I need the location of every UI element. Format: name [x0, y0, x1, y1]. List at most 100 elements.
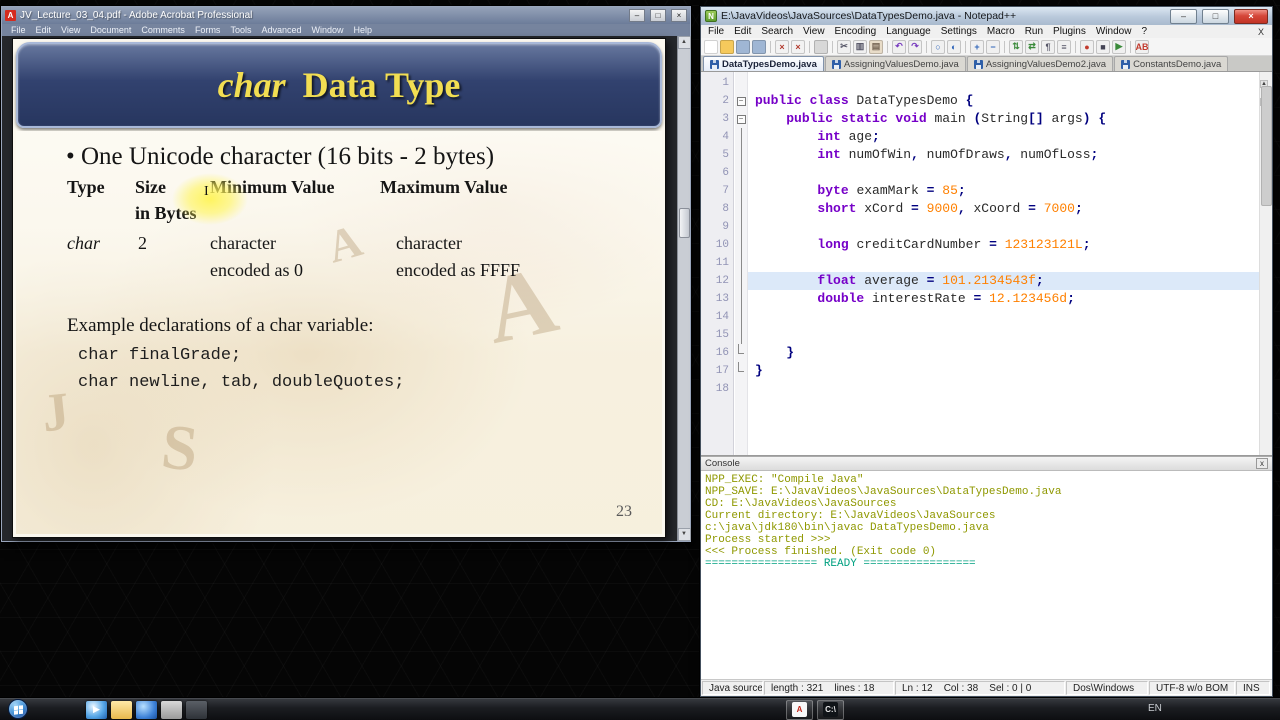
show-symbols-icon[interactable]: ≡ [1057, 39, 1071, 54]
acrobat-menu-advanced[interactable]: Advanced [256, 24, 306, 36]
code-line-4[interactable]: 4 int age; [701, 128, 1259, 146]
paste-icon[interactable]: ▤ [869, 39, 883, 54]
browser-icon[interactable] [136, 700, 157, 719]
tab-AssigningValuesDemo.java[interactable]: AssigningValuesDemo.java [824, 56, 966, 71]
npp-menu-macro[interactable]: Macro [982, 25, 1020, 38]
acrobat-scroll-thumb[interactable] [679, 208, 690, 238]
scroll-down-icon[interactable]: ▼ [677, 528, 691, 541]
code-line-12[interactable]: 12 float average = 101.2134543f; [701, 272, 1259, 290]
code-line-8[interactable]: 8 short xCord = 9000, xCoord = 7000; [701, 200, 1259, 218]
npp-menu-settings[interactable]: Settings [936, 25, 982, 38]
fold-collapse-icon[interactable]: − [736, 114, 746, 124]
replace-icon[interactable]: ◐ [947, 39, 961, 54]
acrobat-menu-comments[interactable]: Comments [136, 24, 190, 36]
code-line-5[interactable]: 5 int numOfWin, numOfDraws, numOfLoss; [701, 146, 1259, 164]
close-all-icon[interactable]: × [791, 39, 805, 54]
tab-DataTypesDemo.java[interactable]: DataTypesDemo.java [703, 56, 824, 71]
language-indicator[interactable]: EN [1148, 703, 1162, 714]
acrobat-menu-file[interactable]: File [6, 24, 31, 36]
acrobat-minimize-button[interactable]: – [629, 9, 645, 22]
acrobat-restore-button[interactable]: □ [650, 9, 666, 22]
record-macro-icon[interactable]: ● [1080, 39, 1094, 54]
open-folder-icon[interactable] [720, 39, 734, 54]
zoom-out-icon[interactable]: − [986, 39, 1000, 54]
code-line-3[interactable]: 3− public static void main (String[] arg… [701, 110, 1259, 128]
code-line-2[interactable]: 2− public class DataTypesDemo { [701, 92, 1259, 110]
tab-AssigningValuesDemo2.java[interactable]: AssigningValuesDemo2.java [966, 56, 1114, 71]
npp-menu-search[interactable]: Search [756, 25, 798, 38]
spellcheck-icon[interactable]: AB [1135, 39, 1149, 54]
code-line-6[interactable]: 6 [701, 164, 1259, 182]
close-icon[interactable]: × [775, 39, 789, 54]
notepadpp-close-button[interactable]: × [1234, 8, 1268, 24]
acrobat-close-button[interactable]: × [671, 9, 687, 22]
acrobat-menu-view[interactable]: View [56, 24, 85, 36]
acrobat-titlebar[interactable]: A JV_Lecture_03_04.pdf - Adobe Acrobat P… [2, 7, 690, 24]
sync-vertical-icon[interactable]: ⇅ [1009, 39, 1023, 54]
notepadpp-minimize-button[interactable]: – [1170, 8, 1197, 24]
npp-menu-run[interactable]: Run [1020, 25, 1048, 38]
code-line-9[interactable]: 9 [701, 218, 1259, 236]
new-file-icon[interactable] [704, 39, 718, 54]
code-line-15[interactable]: 15 [701, 326, 1259, 344]
find-icon[interactable]: ○ [931, 39, 945, 54]
cut-icon[interactable]: ✂ [837, 39, 851, 54]
document-close-x[interactable]: X [1252, 27, 1270, 37]
explorer-icon[interactable] [111, 700, 132, 719]
code-line-14[interactable]: 14 [701, 308, 1259, 326]
code-line-18[interactable]: 18 [701, 380, 1259, 398]
editor-scroll-thumb[interactable] [1261, 86, 1272, 206]
acrobat-menu-window[interactable]: Window [306, 24, 348, 36]
code-line-7[interactable]: 7 byte examMark = 85; [701, 182, 1259, 200]
npp-menu-plugins[interactable]: Plugins [1048, 25, 1091, 38]
undo-icon[interactable]: ↶ [892, 39, 906, 54]
acrobat-menu-forms[interactable]: Forms [190, 24, 226, 36]
npp-menu-language[interactable]: Language [881, 25, 936, 38]
save-icon[interactable] [736, 39, 750, 54]
npp-menu-encoding[interactable]: Encoding [830, 25, 882, 38]
notepadpp-restore-button[interactable]: □ [1202, 8, 1229, 24]
editor-area[interactable]: 1 2− public class DataTypesDemo {3− public… [701, 72, 1272, 456]
console-output[interactable]: NPP_EXEC: "Compile Java" NPP_SAVE: E:\Jav… [701, 471, 1272, 679]
save-all-icon[interactable] [752, 39, 766, 54]
code-line-17[interactable]: 17} [701, 362, 1259, 380]
code-line-13[interactable]: 13 double interestRate = 12.123456d; [701, 290, 1259, 308]
acrobat-menu-document[interactable]: Document [85, 24, 136, 36]
media-player-icon[interactable]: ▶ [86, 700, 107, 719]
play-macro-icon[interactable]: ▶ [1112, 39, 1126, 54]
start-button[interactable] [8, 699, 28, 719]
taskbar-button-acrobat[interactable]: A [786, 699, 813, 720]
stop-macro-icon[interactable]: ■ [1096, 39, 1110, 54]
notepadpp-titlebar[interactable]: N E:\JavaVideos\JavaSources\DataTypesDem… [701, 7, 1272, 25]
code-line-16[interactable]: 16 } [701, 344, 1259, 362]
npp-menu-help[interactable]: ? [1136, 25, 1152, 38]
acrobat-menu-tools[interactable]: Tools [225, 24, 256, 36]
npp-menu-edit[interactable]: Edit [729, 25, 756, 38]
taskbar-button-cmd[interactable]: C:\ [817, 699, 844, 720]
npp-menu-window[interactable]: Window [1091, 25, 1137, 38]
code-line-1[interactable]: 1 [701, 74, 1259, 92]
npp-menu-view[interactable]: View [798, 25, 830, 38]
tab-ConstantsDemo.java[interactable]: ConstantsDemo.java [1114, 56, 1229, 71]
copy-icon[interactable]: ▥ [853, 39, 867, 54]
npp-menu-file[interactable]: File [703, 25, 729, 38]
console-line: <<< Process finished. (Exit code 0) [705, 546, 937, 558]
acrobat-menu-edit[interactable]: Edit [31, 24, 57, 36]
code-line-10[interactable]: 10 long creditCardNumber = 123123121L; [701, 236, 1259, 254]
pinned-app-dark-icon[interactable] [186, 700, 207, 719]
console-close-button[interactable]: x [1256, 458, 1268, 469]
redo-icon[interactable]: ↷ [908, 39, 922, 54]
code-text: int age; [817, 129, 880, 144]
print-icon[interactable] [814, 39, 828, 54]
fold-collapse-icon[interactable]: − [736, 96, 746, 106]
acrobat-menu-help[interactable]: Help [349, 24, 378, 36]
table-header-size: Size [135, 177, 166, 197]
editor-scrollbar[interactable]: ▲ ▼ [1259, 72, 1272, 455]
sync-horizontal-icon[interactable]: ⇄ [1025, 39, 1039, 54]
zoom-in-icon[interactable]: + [970, 39, 984, 54]
acrobat-scrollbar[interactable]: ▲ ▼ [677, 36, 691, 541]
scroll-up-icon[interactable]: ▲ [677, 36, 691, 49]
code-line-11[interactable]: 11 [701, 254, 1259, 272]
pinned-app-gray-icon[interactable] [161, 700, 182, 719]
word-wrap-icon[interactable]: ¶ [1041, 39, 1055, 54]
